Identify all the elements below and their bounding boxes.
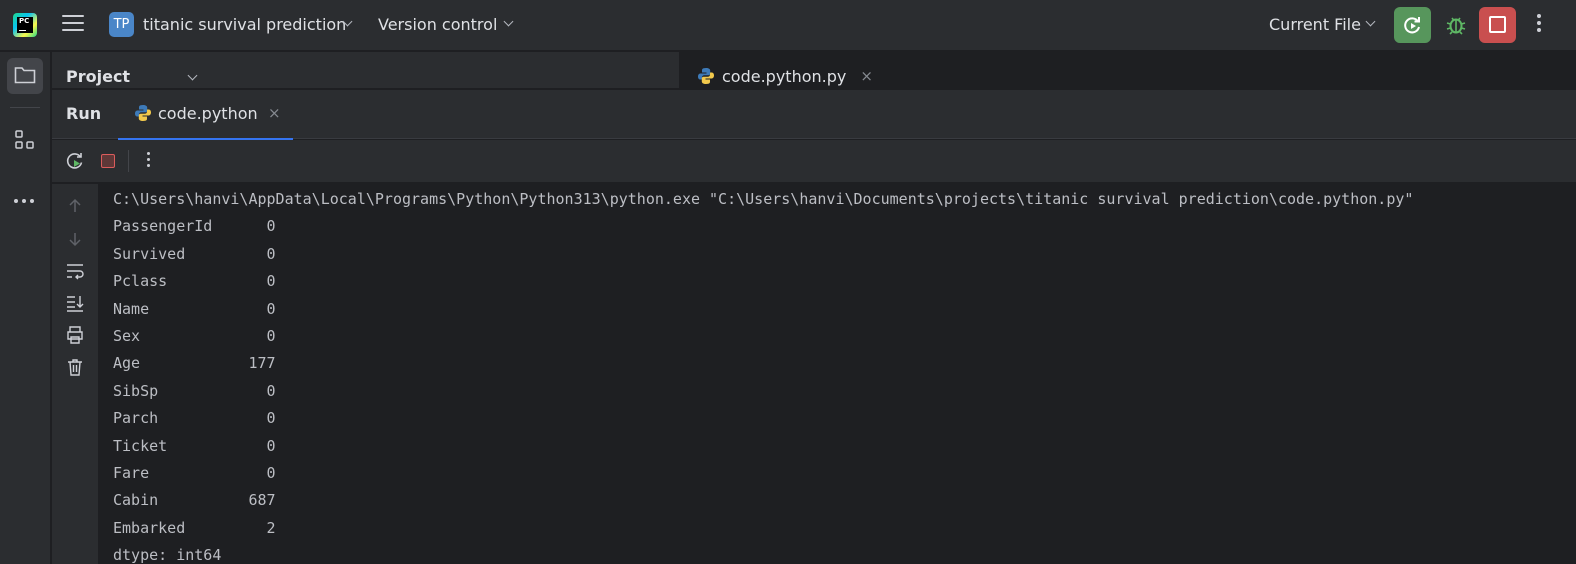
stop-icon bbox=[1489, 16, 1506, 33]
console-side-toolbar bbox=[52, 184, 99, 564]
scroll-to-end-icon[interactable] bbox=[65, 293, 85, 313]
console-line: PassengerId 0 bbox=[113, 217, 276, 236]
console-line: SibSp 0 bbox=[113, 381, 276, 400]
tool-window-strip bbox=[0, 52, 51, 564]
more-tools-icon[interactable] bbox=[14, 188, 38, 203]
console-line: Embarked 2 bbox=[113, 518, 276, 537]
structure-tool-button[interactable] bbox=[14, 129, 36, 155]
python-file-icon bbox=[698, 68, 714, 84]
trash-icon[interactable] bbox=[65, 357, 85, 377]
rerun-icon[interactable] bbox=[64, 150, 86, 172]
kebab-icon[interactable] bbox=[147, 152, 153, 170]
project-panel-header: Project bbox=[52, 52, 680, 88]
rerun-button[interactable] bbox=[1394, 7, 1431, 43]
chevron-down-icon[interactable] bbox=[187, 70, 198, 81]
chevron-down-icon[interactable] bbox=[503, 16, 514, 27]
logo-text: PC bbox=[17, 17, 33, 33]
version-control-menu[interactable]: Version control bbox=[378, 15, 497, 34]
console-output[interactable]: C:\Users\hanvi\AppData\Local\Programs\Py… bbox=[100, 184, 1576, 564]
close-icon[interactable]: × bbox=[268, 104, 281, 122]
arrow-down-icon[interactable] bbox=[65, 229, 85, 249]
console-line: Cabin 687 bbox=[113, 491, 276, 510]
console-line: Ticket 0 bbox=[113, 436, 276, 455]
chevron-down-icon[interactable] bbox=[1365, 16, 1376, 27]
console-command-line: C:\Users\hanvi\AppData\Local\Programs\Py… bbox=[113, 190, 1414, 208]
main-menu-button[interactable] bbox=[62, 15, 84, 35]
project-tool-button[interactable] bbox=[7, 58, 43, 94]
kebab-icon[interactable] bbox=[1533, 14, 1545, 36]
soft-wrap-icon[interactable] bbox=[65, 261, 85, 281]
run-toolbar bbox=[52, 140, 1576, 183]
editor-tab-label: code.python.py bbox=[722, 66, 847, 86]
arrow-up-icon[interactable] bbox=[65, 196, 85, 216]
project-name[interactable]: titanic survival prediction bbox=[143, 15, 346, 34]
toolbar-separator bbox=[128, 150, 129, 172]
title-bar: PC TP titanic survival prediction Versio… bbox=[0, 0, 1576, 51]
print-icon[interactable] bbox=[65, 325, 85, 345]
close-icon[interactable]: × bbox=[860, 67, 873, 85]
run-tab-code-python[interactable]: code.python × bbox=[118, 90, 293, 141]
console-line: Fare 0 bbox=[113, 464, 276, 483]
stop-icon[interactable] bbox=[101, 154, 115, 168]
run-panel-title: Run bbox=[66, 104, 102, 123]
bug-icon bbox=[1446, 17, 1466, 35]
pycharm-logo-icon[interactable]: PC bbox=[13, 13, 37, 37]
console-line: Survived 0 bbox=[113, 244, 276, 263]
editor-tab-code-python-py[interactable]: code.python.py × bbox=[697, 64, 873, 88]
python-file-icon bbox=[135, 105, 151, 121]
console-line: Age 177 bbox=[113, 354, 276, 373]
run-config-selector[interactable]: Current File bbox=[1269, 15, 1361, 34]
project-panel-title[interactable]: Project bbox=[66, 67, 130, 86]
console-line: Name 0 bbox=[113, 299, 276, 318]
folder-icon bbox=[14, 67, 36, 84]
divider bbox=[10, 107, 40, 108]
console-line: Parch 0 bbox=[113, 409, 276, 428]
stop-button[interactable] bbox=[1479, 7, 1516, 43]
run-tab-label: code.python bbox=[158, 104, 258, 123]
console-line: Pclass 0 bbox=[113, 272, 276, 291]
console-line: dtype: int64 bbox=[113, 546, 222, 564]
rerun-icon bbox=[1404, 17, 1420, 34]
project-badge[interactable]: TP bbox=[109, 12, 134, 37]
console-line: Sex 0 bbox=[113, 327, 276, 346]
console-text: C:\Users\hanvi\AppData\Local\Programs\Py… bbox=[113, 186, 1576, 564]
run-panel-header: Run code.python × bbox=[52, 89, 1576, 141]
debug-button[interactable] bbox=[1443, 12, 1469, 38]
editor-tab-bar: code.python.py × bbox=[681, 52, 1576, 88]
structure-icon bbox=[15, 130, 34, 149]
